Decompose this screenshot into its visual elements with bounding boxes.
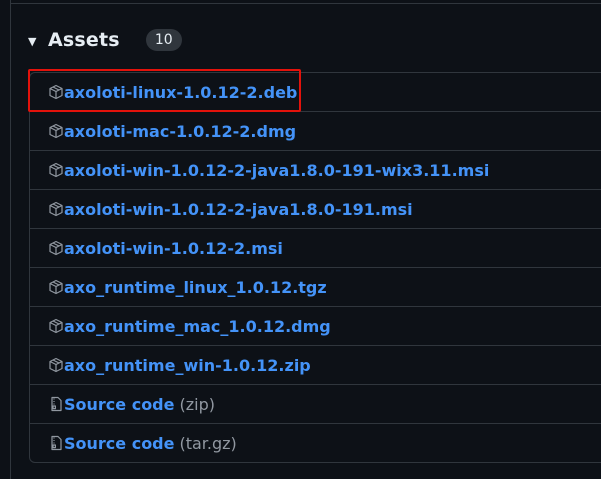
- package-icon: [48, 201, 64, 217]
- asset-link[interactable]: axo_runtime_win-1.0.12.zip: [64, 356, 311, 375]
- asset-row[interactable]: axo_runtime_mac_1.0.12.dmg: [30, 307, 601, 346]
- asset-link[interactable]: Source code: [64, 434, 174, 453]
- file-zip-icon: [48, 435, 64, 451]
- package-icon: [48, 318, 64, 334]
- assets-count-badge: 10: [145, 29, 182, 51]
- asset-row[interactable]: Source code (tar.gz): [30, 424, 601, 462]
- package-icon: [48, 357, 64, 373]
- assets-title[interactable]: Assets: [48, 29, 120, 51]
- package-icon: [48, 279, 64, 295]
- top-divider: [10, 0, 601, 4]
- asset-row[interactable]: axoloti-mac-1.0.12-2.dmg: [30, 112, 601, 151]
- package-icon: [48, 123, 64, 139]
- asset-suffix: (zip): [179, 394, 215, 414]
- asset-row[interactable]: axo_runtime_win-1.0.12.zip: [30, 346, 601, 385]
- asset-link[interactable]: axoloti-win-1.0.12-2-java1.8.0-191.msi: [64, 200, 413, 219]
- asset-row[interactable]: axoloti-linux-1.0.12-2.deb: [30, 73, 601, 112]
- left-divider: [10, 4, 11, 479]
- assets-header[interactable]: ▼ Assets 10: [28, 26, 182, 54]
- asset-suffix: (tar.gz): [179, 433, 237, 453]
- asset-link[interactable]: axoloti-win-1.0.12-2.msi: [64, 239, 283, 258]
- file-zip-icon: [48, 396, 64, 412]
- caret-down-icon[interactable]: ▼: [28, 35, 40, 48]
- asset-row[interactable]: axoloti-win-1.0.12-2-java1.8.0-191.msi: [30, 190, 601, 229]
- package-icon: [48, 84, 64, 100]
- package-icon: [48, 162, 64, 178]
- asset-link[interactable]: axo_runtime_mac_1.0.12.dmg: [64, 317, 331, 336]
- asset-row[interactable]: axo_runtime_linux_1.0.12.tgz: [30, 268, 601, 307]
- package-icon: [48, 240, 64, 256]
- asset-link[interactable]: Source code: [64, 395, 174, 414]
- asset-row[interactable]: Source code (zip): [30, 385, 601, 424]
- asset-link[interactable]: axoloti-linux-1.0.12-2.deb: [64, 83, 297, 102]
- release-assets-panel: ▼ Assets 10 axoloti-linux-1.0.12-2.deb a…: [0, 0, 601, 479]
- asset-link[interactable]: axoloti-mac-1.0.12-2.dmg: [64, 122, 296, 141]
- asset-row[interactable]: axoloti-win-1.0.12-2.msi: [30, 229, 601, 268]
- asset-link[interactable]: axoloti-win-1.0.12-2-java1.8.0-191-wix3.…: [64, 161, 489, 180]
- asset-row[interactable]: axoloti-win-1.0.12-2-java1.8.0-191-wix3.…: [30, 151, 601, 190]
- asset-list: axoloti-linux-1.0.12-2.deb axoloti-mac-1…: [29, 72, 601, 463]
- asset-link[interactable]: axo_runtime_linux_1.0.12.tgz: [64, 278, 327, 297]
